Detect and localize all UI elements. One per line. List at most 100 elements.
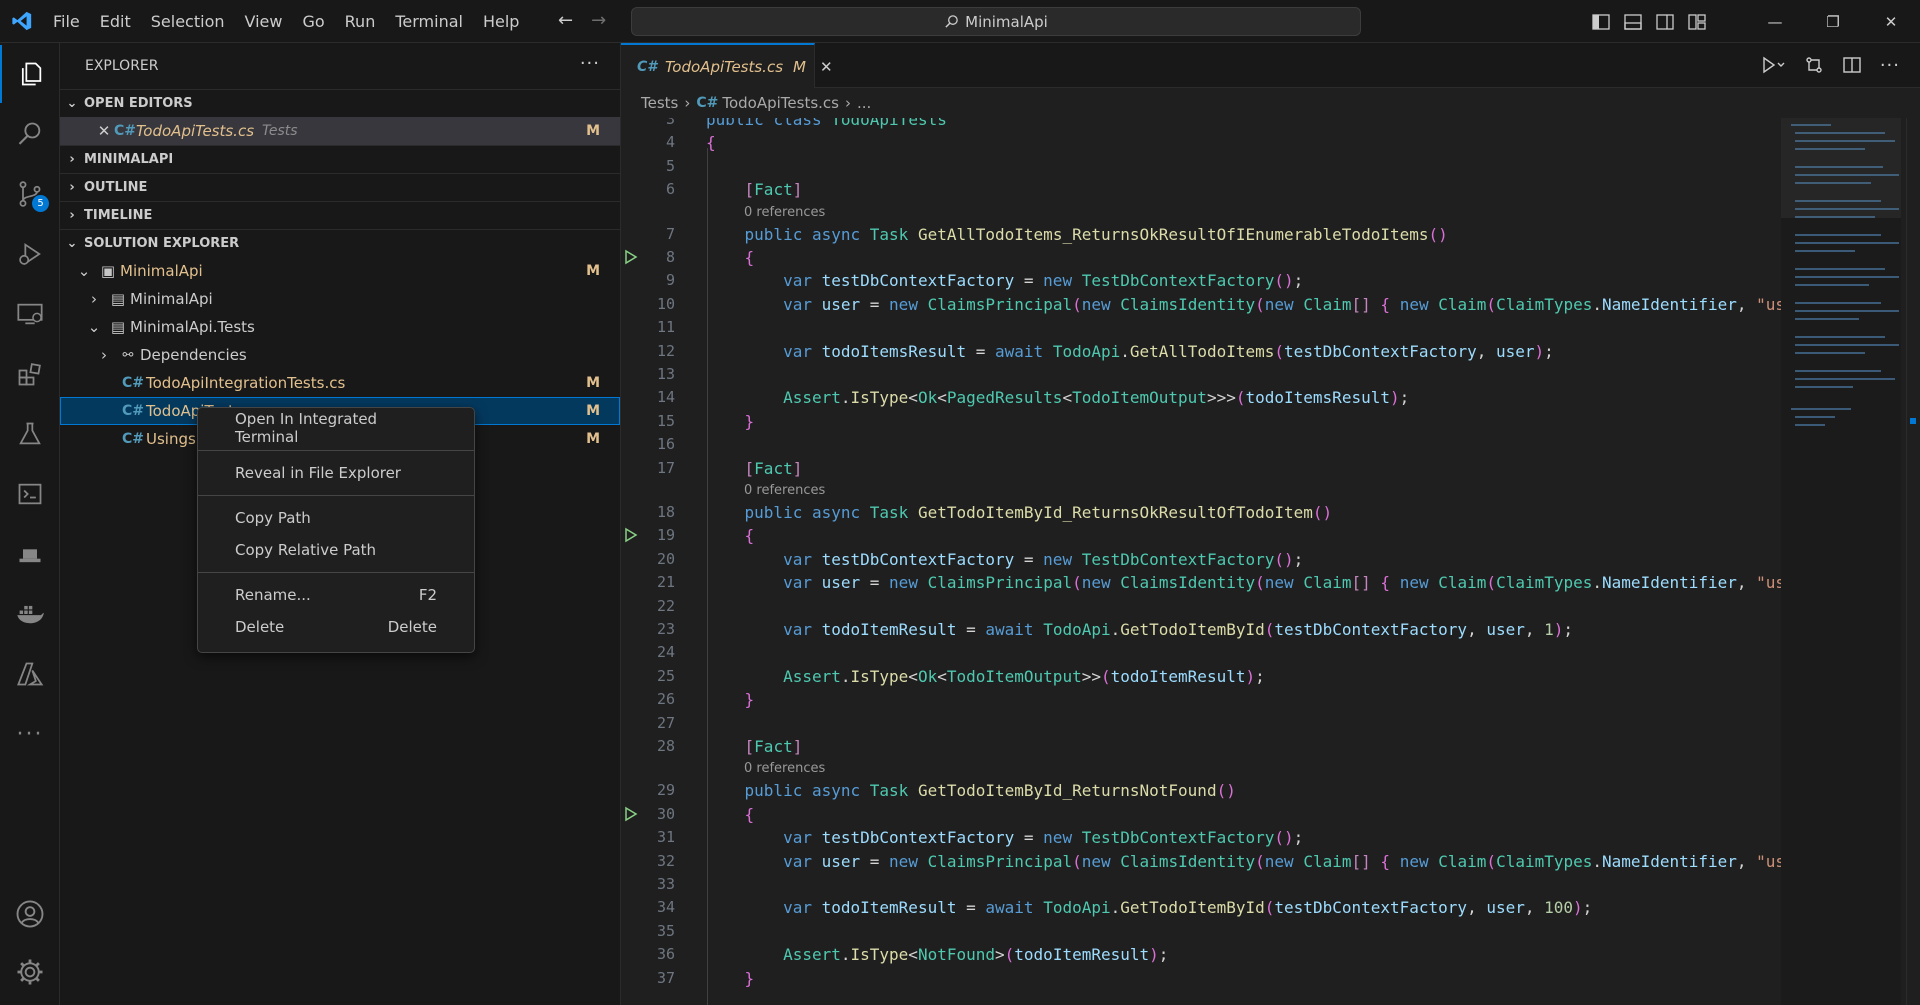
menu-item-rename[interactable]: Rename... F2	[198, 579, 474, 611]
code-line[interactable]: 17 [Fact]	[621, 457, 1781, 480]
forward-arrow-icon[interactable]: →	[591, 10, 606, 31]
code-line[interactable]: 24	[621, 641, 1781, 664]
code-line[interactable]: 26 }	[621, 688, 1781, 711]
menu-run[interactable]: Run	[335, 12, 386, 31]
menu-item-delete[interactable]: Delete Delete	[198, 611, 474, 643]
code-lens-references[interactable]: 0 references	[744, 481, 825, 501]
menu-item-open-terminal[interactable]: Open In Integrated Terminal	[198, 410, 474, 446]
command-center[interactable]: MinimalApi	[631, 7, 1361, 36]
code-line[interactable]: 9 var testDbContextFactory = new TestDbC…	[621, 269, 1781, 292]
code-line[interactable]: 21 var user = new ClaimsPrincipal(new Cl…	[621, 571, 1781, 594]
toggle-primary-sidebar-icon[interactable]	[1592, 13, 1610, 30]
code-line[interactable]: 35	[621, 920, 1781, 943]
back-arrow-icon[interactable]: ←	[558, 10, 573, 31]
code-line[interactable]: 29 public async Task GetTodoItemById_Ret…	[621, 779, 1781, 802]
toggle-secondary-sidebar-icon[interactable]	[1656, 13, 1674, 30]
code-line[interactable]: 16	[621, 433, 1781, 456]
code-line[interactable]: 12 var todoItemsResult = await TodoApi.G…	[621, 340, 1781, 363]
docker-icon[interactable]	[0, 585, 60, 643]
azure-icon[interactable]	[0, 645, 60, 703]
explorer-icon[interactable]	[0, 45, 60, 103]
close-tab-icon[interactable]: ✕	[820, 58, 833, 76]
toggle-panel-icon[interactable]	[1624, 13, 1642, 30]
code-line[interactable]: 4{	[621, 131, 1781, 154]
open-editor-item[interactable]: ✕ C# TodoApiTests.cs Tests M	[60, 117, 620, 145]
code-line[interactable]: 22	[621, 595, 1781, 618]
code-line[interactable]: 36 Assert.IsType<NotFound>(todoItemResul…	[621, 943, 1781, 966]
code-line[interactable]: 11	[621, 316, 1781, 339]
editor-scrollbar[interactable]	[1906, 118, 1920, 1005]
code-editor[interactable]: 3 public class TodoApiTests 4{5 6 [Fact] 0 r…	[621, 118, 1781, 1005]
breadcrumb-symbol[interactable]: ...	[857, 94, 871, 112]
source-control-icon[interactable]: 5	[0, 165, 60, 223]
code-line[interactable]: 18 public async Task GetTodoItemById_Ret…	[621, 501, 1781, 524]
code-line[interactable]: 27	[621, 712, 1781, 735]
outline-section-header[interactable]: › OUTLINE	[60, 173, 620, 201]
close-icon[interactable]: ✕	[94, 122, 114, 140]
menu-item-copy-relative-path[interactable]: Copy Relative Path	[198, 534, 474, 566]
code-line[interactable]: 28 [Fact]	[621, 735, 1781, 758]
project-item-minimalapi[interactable]: › ▤ MinimalApi	[60, 285, 620, 313]
solution-explorer-header[interactable]: ⌄ SOLUTION EXPLORER	[60, 229, 620, 257]
code-line[interactable]: 13	[621, 363, 1781, 386]
code-lens-references[interactable]: 0 references	[744, 203, 825, 223]
code-line[interactable]: 6 [Fact]	[621, 178, 1781, 201]
close-window-icon[interactable]: ✕	[1862, 0, 1920, 43]
breadcrumb-file[interactable]: TodoApiTests.cs	[722, 94, 839, 112]
more-actions-icon[interactable]: ···	[580, 53, 600, 74]
split-editor-icon[interactable]	[1842, 55, 1862, 75]
settings-gear-icon[interactable]	[0, 943, 60, 1001]
timeline-section-header[interactable]: › TIMELINE	[60, 201, 620, 229]
code-line[interactable]: 31 var testDbContextFactory = new TestDb…	[621, 826, 1781, 849]
more-views-icon[interactable]: ···	[0, 705, 60, 763]
menu-item-reveal-explorer[interactable]: Reveal in File Explorer	[198, 457, 474, 489]
remote-explorer-icon[interactable]	[0, 285, 60, 343]
menu-view[interactable]: View	[235, 12, 293, 31]
code-line[interactable]: 34 var todoItemResult = await TodoApi.Ge…	[621, 896, 1781, 919]
code-line[interactable]: 15 }	[621, 410, 1781, 433]
testing-icon[interactable]	[0, 405, 60, 463]
code-line[interactable]: 14 Assert.IsType<Ok<PagedResults<TodoIte…	[621, 386, 1781, 409]
containers-icon[interactable]	[0, 525, 60, 583]
customize-layout-icon[interactable]	[1688, 13, 1706, 30]
code-line[interactable]: 19 {	[621, 524, 1781, 547]
minimalapi-section-header[interactable]: › MINIMALAPI	[60, 145, 620, 173]
compare-changes-icon[interactable]	[1804, 55, 1824, 75]
accounts-icon[interactable]	[0, 885, 60, 943]
code-line[interactable]: 23 var todoItemResult = await TodoApi.Ge…	[621, 618, 1781, 641]
code-line[interactable]: 20 var testDbContextFactory = new TestDb…	[621, 548, 1781, 571]
open-editors-header[interactable]: ⌄ OPEN EDITORS	[60, 89, 620, 117]
menu-go[interactable]: Go	[292, 12, 334, 31]
code-line[interactable]: 7 public async Task GetAllTodoItems_Retu…	[621, 223, 1781, 246]
minimap[interactable]	[1781, 118, 1901, 1005]
run-debug-icon[interactable]	[0, 225, 60, 283]
terminal-icon[interactable]	[0, 465, 60, 523]
code-line[interactable]: 8 {	[621, 246, 1781, 269]
code-line[interactable]: 3 public class TodoApiTests	[621, 118, 1781, 131]
menu-edit[interactable]: Edit	[90, 12, 141, 31]
tab-todoapitests[interactable]: C# TodoApiTests.cs M ✕	[621, 43, 833, 88]
code-line[interactable]: 25 Assert.IsType<Ok<TodoItemOutput>>(tod…	[621, 665, 1781, 688]
minimize-icon[interactable]: —	[1746, 0, 1804, 43]
code-line[interactable]: 30 {	[621, 803, 1781, 826]
project-item-tests[interactable]: ⌄ ▤ MinimalApi.Tests	[60, 313, 620, 341]
dependencies-item[interactable]: › ⚯ Dependencies	[60, 341, 620, 369]
breadcrumb-folder[interactable]: Tests	[641, 94, 678, 112]
solution-root-item[interactable]: ⌄ ▣ MinimalApi M	[60, 257, 620, 285]
menu-terminal[interactable]: Terminal	[385, 12, 473, 31]
search-icon[interactable]	[0, 105, 60, 163]
code-line[interactable]: 33	[621, 873, 1781, 896]
code-lens-references[interactable]: 0 references	[744, 759, 825, 779]
more-actions-icon[interactable]: ···	[1880, 55, 1900, 76]
run-tests-icon[interactable]	[1760, 55, 1786, 75]
menu-selection[interactable]: Selection	[141, 12, 235, 31]
maximize-icon[interactable]: ❐	[1804, 0, 1862, 43]
menu-file[interactable]: File	[43, 12, 90, 31]
code-line[interactable]: 37 }	[621, 967, 1781, 990]
code-line[interactable]: 5	[621, 155, 1781, 178]
code-line[interactable]: 10 var user = new ClaimsPrincipal(new Cl…	[621, 293, 1781, 316]
code-line[interactable]: 32 var user = new ClaimsPrincipal(new Cl…	[621, 850, 1781, 873]
extensions-icon[interactable]	[0, 345, 60, 403]
file-item-integration-tests[interactable]: C# TodoApiIntegrationTests.cs M	[60, 369, 620, 397]
menu-help[interactable]: Help	[473, 12, 529, 31]
